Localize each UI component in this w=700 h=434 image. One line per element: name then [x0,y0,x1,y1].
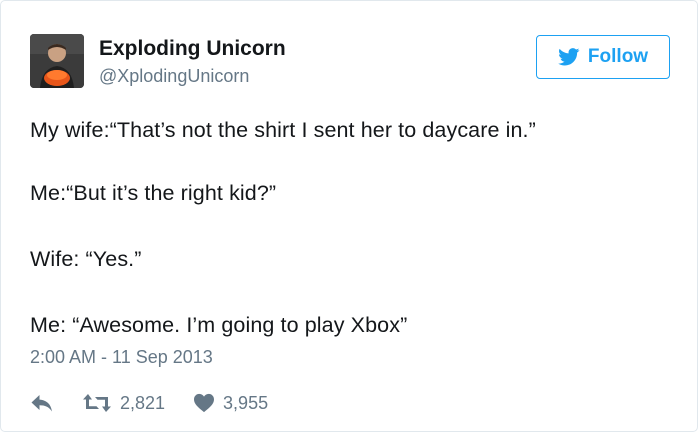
avatar-photo-icon [30,34,84,88]
avatar[interactable] [30,34,84,88]
reply-button[interactable] [30,393,54,413]
tweet-text-line-4: Me: “Awesome. I’m going to play Xbox” [30,313,408,337]
heart-icon [194,393,215,413]
like-count: 3,955 [223,392,269,413]
twitter-bird-icon [558,48,580,66]
like-button[interactable]: 3,955 [193,393,268,414]
tweet-text-line-3: Wife: “Yes.” [30,247,142,271]
display-name[interactable]: Exploding Unicorn [99,37,286,61]
tweet-timestamp[interactable]: 2:00 AM - 11 Sep 2013 [30,347,213,368]
retweet-icon [83,394,111,412]
retweet-button[interactable]: 2,821 [82,393,165,414]
user-handle[interactable]: @XplodingUnicorn [99,66,249,87]
tweet-text-line-2: Me:“But it’s the right kid?” [30,181,277,205]
tweet-text-line-1: My wife:“That’s not the shirt I sent her… [30,118,536,142]
follow-button[interactable]: Follow [536,35,670,79]
follow-label: Follow [587,46,649,67]
action-bar: 2,821 3,955 [30,389,268,417]
reply-icon [31,395,52,412]
tweet-card: Exploding Unicorn @XplodingUnicorn Follo… [0,0,698,432]
retweet-count: 2,821 [120,392,166,413]
